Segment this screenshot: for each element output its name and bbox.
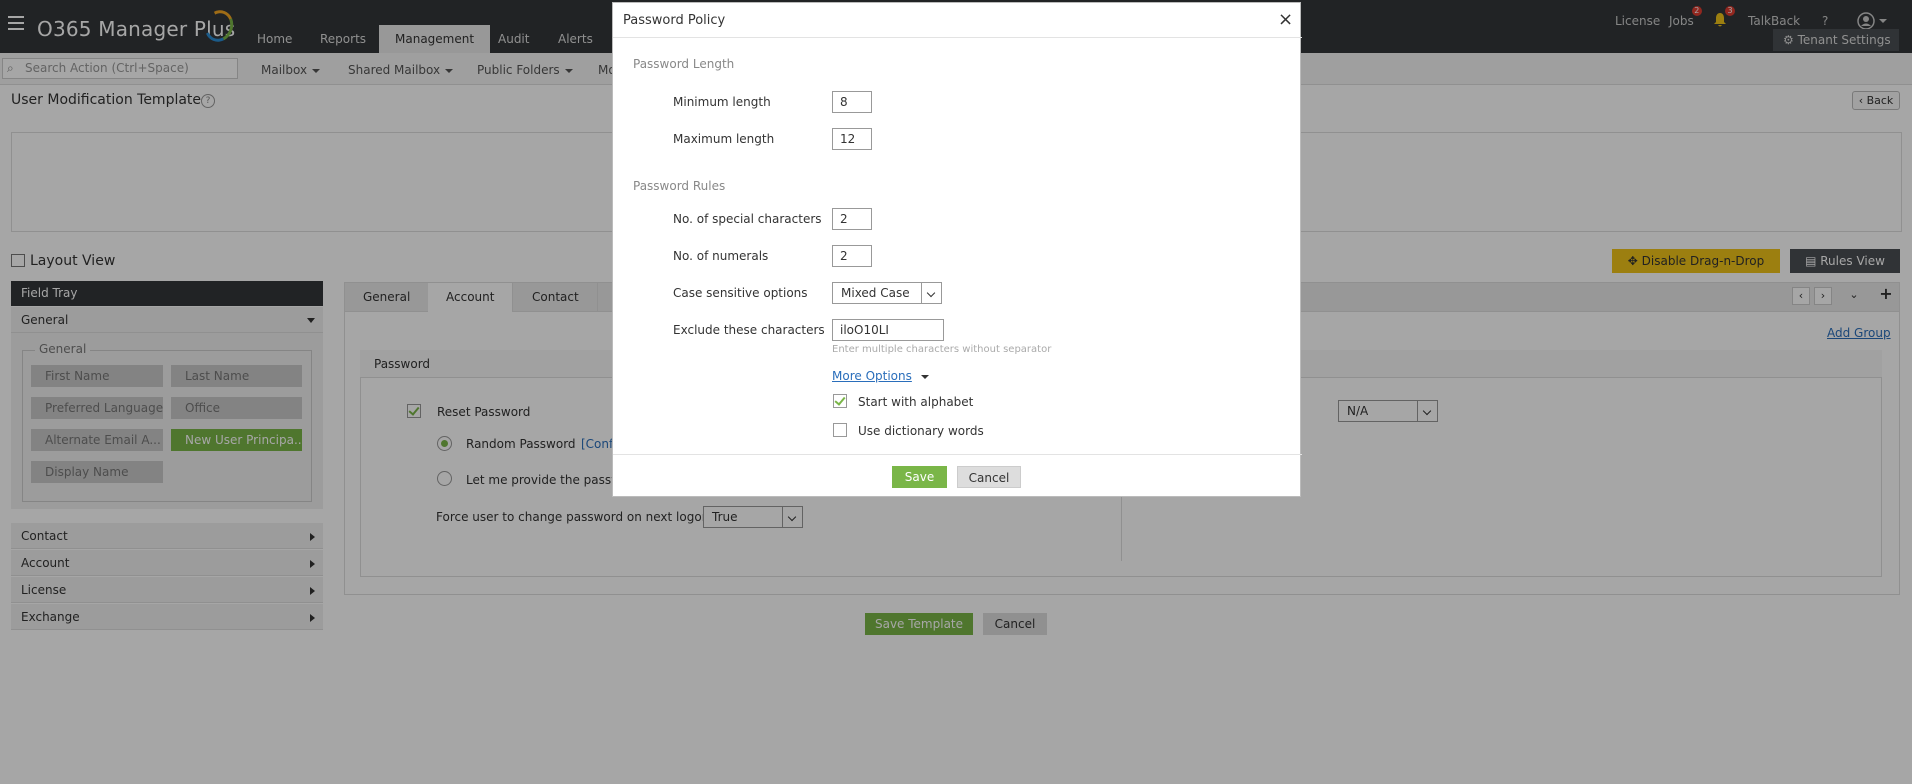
case-sensitive-select[interactable]: Mixed Case: [832, 282, 942, 304]
special-chars-input[interactable]: 2: [832, 208, 872, 230]
exclude-chars-input[interactable]: iloO10LI: [832, 319, 944, 341]
start-with-alphabet-checkbox[interactable]: [833, 394, 847, 408]
close-icon[interactable]: ×: [1278, 9, 1293, 30]
exclude-chars-hint: Enter multiple characters without separa…: [832, 344, 1052, 355]
use-dictionary-words-label: Use dictionary words: [858, 424, 984, 438]
more-options-link: More Options: [832, 369, 912, 383]
max-length-label: Maximum length: [673, 132, 775, 146]
chevron-down-icon: [920, 374, 929, 379]
more-options-toggle[interactable]: More Options: [832, 369, 929, 383]
case-sensitive-value: Mixed Case: [841, 286, 910, 300]
numerals-label: No. of numerals: [673, 249, 769, 263]
special-chars-label: No. of special characters: [673, 212, 822, 226]
cancel-button[interactable]: Cancel: [957, 466, 1021, 488]
password-policy-dialog: Password Policy × Password Length Minimu…: [612, 2, 1302, 497]
chevron-down-icon: [921, 283, 941, 303]
use-dictionary-words-checkbox[interactable]: [833, 423, 847, 437]
min-length-input[interactable]: 8: [832, 91, 872, 113]
password-rules-section: Password Rules: [633, 179, 726, 193]
start-with-alphabet-label: Start with alphabet: [858, 395, 974, 409]
password-length-section: Password Length: [633, 57, 735, 71]
dialog-title: Password Policy: [623, 13, 726, 28]
numerals-input[interactable]: 2: [832, 245, 872, 267]
max-length-input[interactable]: 12: [832, 128, 872, 150]
exclude-chars-label: Exclude these characters: [673, 323, 825, 337]
min-length-label: Minimum length: [673, 95, 771, 109]
case-sensitive-label: Case sensitive options: [673, 286, 808, 300]
save-button[interactable]: Save: [892, 466, 947, 488]
dialog-footer-divider: [613, 454, 1302, 455]
dialog-header-divider: [613, 37, 1302, 38]
